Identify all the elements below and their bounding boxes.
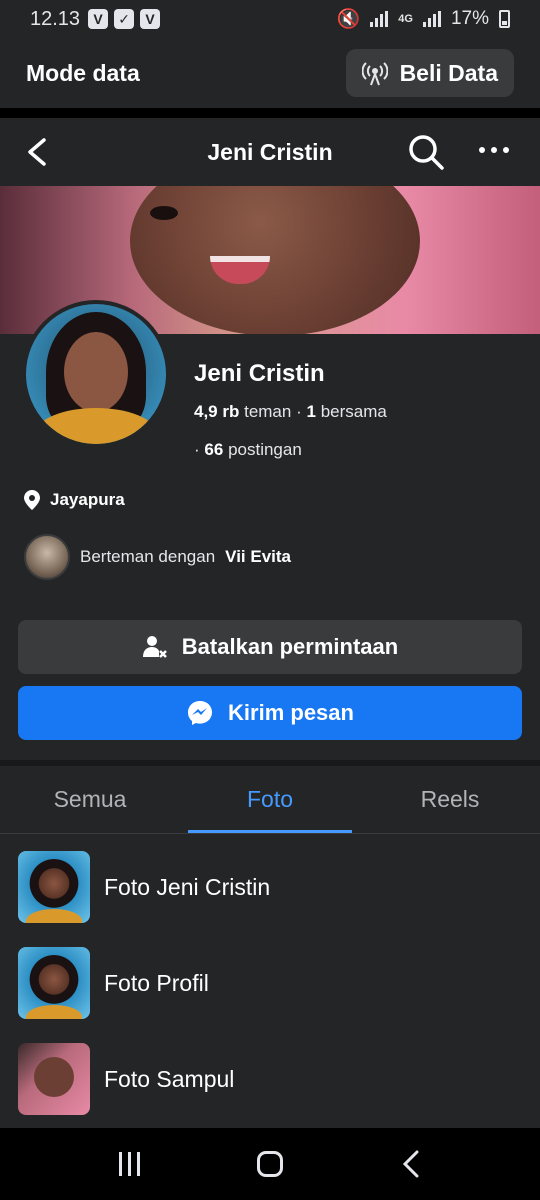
- buy-data-button[interactable]: Beli Data: [345, 49, 514, 97]
- network-type: 4G: [398, 13, 413, 25]
- clock: 12.13: [30, 7, 81, 30]
- location-row: Jayapura: [24, 490, 125, 510]
- album-item[interactable]: Foto Sampul: [18, 1042, 522, 1116]
- profile-name: Jeni Cristin: [194, 360, 325, 387]
- data-mode-label: Mode data: [26, 59, 140, 86]
- location-pin-icon: [24, 490, 40, 510]
- avatar-face: [64, 332, 128, 412]
- messenger-icon: [188, 701, 213, 725]
- recent-apps-icon[interactable]: [118, 1152, 140, 1176]
- battery-icon: [499, 10, 510, 28]
- cancel-request-label: Batalkan permintaan: [181, 634, 399, 659]
- divider: [0, 108, 540, 118]
- battery-percent: 17%: [450, 8, 489, 29]
- buy-data-label: Beli Data: [399, 59, 498, 86]
- posts-label: postingan: [228, 440, 302, 459]
- tab-foto[interactable]: Foto: [180, 766, 360, 833]
- more-options-icon[interactable]: [476, 140, 512, 160]
- cover-eye: [150, 206, 178, 220]
- status-icons: 🔇 4G 17%: [337, 7, 510, 31]
- location-text: Jayapura: [50, 490, 125, 509]
- search-icon[interactable]: [406, 132, 446, 172]
- mutual-label: bersama: [320, 402, 387, 421]
- data-mode-bar: Mode data Beli Data: [0, 38, 540, 108]
- remove-friend-icon: [142, 636, 167, 658]
- signal-icon-2: [422, 11, 441, 27]
- album-label: Foto Profil: [104, 969, 209, 996]
- mutual-count: 1: [306, 402, 316, 421]
- album-item[interactable]: Foto Profil: [18, 946, 522, 1020]
- cancel-request-button[interactable]: Batalkan permintaan: [18, 620, 522, 674]
- profile-section: Jeni Cristin 4,9 rb teman · 1 bersama · …: [0, 300, 540, 760]
- album-thumbnail: [18, 851, 90, 923]
- status-bar: 12.13 V ✓ V 🔇 4G 17%: [0, 0, 540, 38]
- album-thumbnail: [18, 947, 90, 1019]
- check-notification-icon: ✓: [114, 9, 135, 29]
- content-tabs: Semua Foto Reels: [0, 766, 540, 834]
- page-title: Jeni Cristin: [207, 138, 333, 165]
- system-navigation-bar: [0, 1128, 540, 1200]
- friends-with-prefix: Berteman dengan: [80, 547, 216, 566]
- avatar: [26, 304, 166, 444]
- album-label: Foto Sampul: [104, 1065, 235, 1092]
- mutual-friend-avatar: [24, 534, 70, 580]
- separator: ·: [296, 402, 302, 421]
- album-item[interactable]: Foto Jeni Cristin: [18, 850, 522, 924]
- separator: ·: [194, 440, 200, 459]
- broadcast-icon: [361, 62, 388, 86]
- post-stats: · 66 postingan: [194, 440, 302, 460]
- friend-stats[interactable]: 4,9 rb teman · 1 bersama: [194, 402, 387, 422]
- friends-label: teman: [244, 402, 292, 421]
- profile-picture[interactable]: [22, 300, 170, 448]
- friends-with-name[interactable]: Vii Evita: [225, 547, 291, 567]
- tab-semua[interactable]: Semua: [0, 766, 180, 833]
- notification-icon-2: V: [140, 9, 161, 29]
- notification-icon: V: [88, 9, 109, 29]
- tab-reels[interactable]: Reels: [360, 766, 540, 833]
- photo-albums-list: Foto Jeni Cristin Foto Profil Foto Sampu…: [0, 834, 540, 1128]
- home-icon[interactable]: [257, 1151, 284, 1177]
- album-label: Foto Jeni Cristin: [104, 873, 271, 900]
- signal-icon: [370, 11, 389, 27]
- back-icon[interactable]: [401, 1150, 421, 1178]
- profile-header: Jeni Cristin: [0, 118, 540, 186]
- send-message-label: Kirim pesan: [228, 700, 354, 725]
- mutual-friend-row[interactable]: Berteman dengan Vii Evita: [24, 534, 291, 580]
- posts-count: 66: [204, 440, 224, 459]
- send-message-button[interactable]: Kirim pesan: [18, 686, 522, 740]
- back-arrow-icon[interactable]: [22, 136, 52, 168]
- friends-count: 4,9 rb: [194, 402, 240, 421]
- mute-icon: 🔇: [336, 9, 361, 30]
- album-thumbnail: [18, 1043, 90, 1115]
